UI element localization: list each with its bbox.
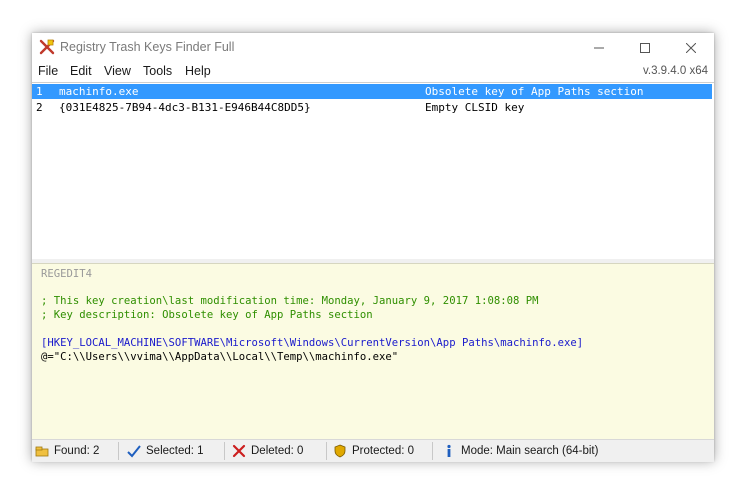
info-icon — [441, 443, 457, 459]
reg-comment-description: ; Key description: Obsolete key of App P… — [41, 309, 373, 321]
item-description: Empty CLSID key — [425, 101, 525, 114]
list-item[interactable]: 2 {031E4825-7B94-4dc3-B131-E946B44C8DD5}… — [32, 100, 712, 115]
reg-header: REGEDIT4 — [41, 268, 93, 280]
delete-x-icon — [231, 443, 247, 459]
item-description: Obsolete key of App Paths section — [425, 85, 644, 98]
menu-file[interactable]: File — [38, 64, 58, 78]
status-bar: Found: 2 Selected: 1 Deleted: 0 Protecte… — [32, 439, 714, 462]
reg-comment-time: ; This key creation\last modification ti… — [41, 295, 539, 307]
item-key: {031E4825-7B94-4dc3-B131-E946B44C8DD5} — [59, 101, 311, 114]
status-selected: Selected: 1 — [126, 440, 204, 462]
found-icon — [34, 443, 50, 459]
list-item[interactable]: 1 machinfo.exe Obsolete key of App Paths… — [32, 84, 712, 99]
maximize-button[interactable] — [622, 33, 668, 62]
app-logo-icon — [39, 39, 55, 55]
version-label: v.3.9.4.0 x64 — [643, 65, 708, 77]
title-bar[interactable]: Registry Trash Keys Finder Full — [32, 33, 714, 62]
app-window: Registry Trash Keys Finder Full File Edi… — [32, 33, 714, 462]
item-number: 1 — [36, 85, 43, 98]
shield-icon — [332, 443, 348, 459]
reg-value-line: @="C:\\Users\\vvima\\AppData\\Local\\Tem… — [41, 351, 399, 363]
results-list[interactable]: 1 machinfo.exe Obsolete key of App Paths… — [32, 82, 714, 260]
menu-edit[interactable]: Edit — [70, 64, 92, 78]
item-number: 2 — [36, 101, 43, 114]
menu-bar: File Edit View Tools Help v.3.9.4.0 x64 — [32, 62, 714, 82]
menu-tools[interactable]: Tools — [143, 64, 172, 78]
status-protected: Protected: 0 — [332, 440, 414, 462]
status-mode: Mode: Main search (64-bit) — [441, 440, 598, 462]
status-found: Found: 2 — [34, 440, 99, 462]
window-title: Registry Trash Keys Finder Full — [60, 40, 235, 54]
menu-view[interactable]: View — [104, 64, 131, 78]
minimize-button[interactable] — [576, 33, 622, 62]
checkmark-icon — [126, 443, 142, 459]
registry-preview: REGEDIT4 ; This key creation\last modifi… — [32, 263, 714, 439]
item-key: machinfo.exe — [59, 85, 139, 98]
status-deleted: Deleted: 0 — [231, 440, 303, 462]
menu-help[interactable]: Help — [185, 64, 211, 78]
close-button[interactable] — [668, 33, 714, 62]
reg-key-path: [HKEY_LOCAL_MACHINE\SOFTWARE\Microsoft\W… — [41, 337, 584, 349]
